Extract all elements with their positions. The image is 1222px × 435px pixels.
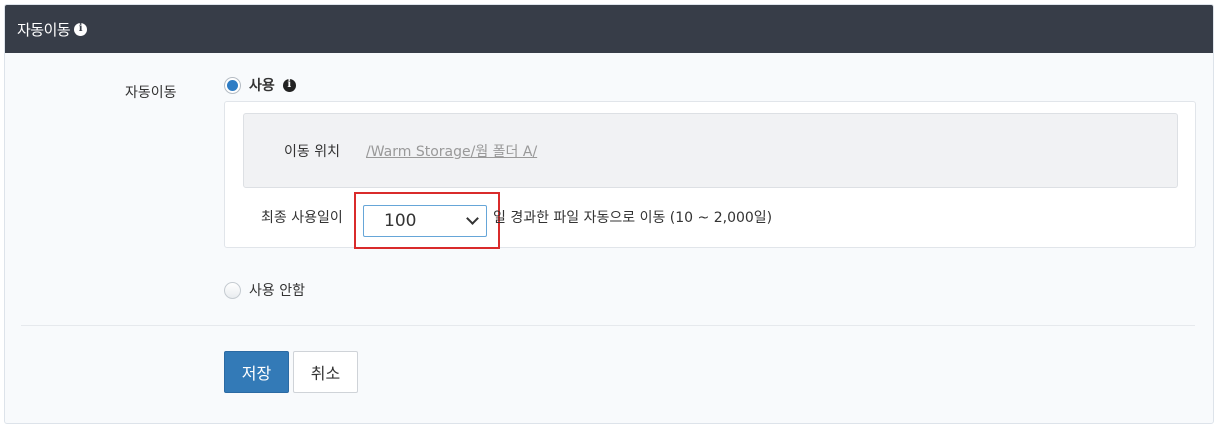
days-prefix-label: 최종 사용일이 bbox=[261, 210, 343, 226]
radio-enabled-row[interactable]: 사용 i bbox=[224, 75, 296, 95]
panel-title: 자동이동 bbox=[17, 20, 71, 39]
panel-header: 자동이동 i bbox=[5, 5, 1213, 53]
radio-disabled-label[interactable]: 사용 안함 bbox=[249, 280, 305, 300]
auto-move-label: 자동이동 bbox=[125, 85, 177, 101]
radio-disabled[interactable] bbox=[224, 281, 241, 299]
auto-move-settings: 이동 위치 /Warm Storage/웜 폴더 A/ 최종 사용일이 100 … bbox=[224, 101, 1196, 249]
days-suffix-label: 일 경과한 파일 자동으로 이동 (10 ~ 2,000일) bbox=[493, 210, 773, 226]
save-button[interactable]: 저장 bbox=[224, 351, 289, 393]
info-icon[interactable]: i bbox=[282, 78, 296, 92]
radio-disabled-row[interactable]: 사용 안함 bbox=[224, 280, 305, 300]
move-location-label: 이동 위치 bbox=[284, 144, 340, 160]
cancel-button[interactable]: 취소 bbox=[293, 351, 358, 393]
move-location-well: 이동 위치 /Warm Storage/웜 폴더 A/ bbox=[243, 113, 1178, 188]
auto-move-panel: 자동이동 i 자동이동 사용 i 이동 위치 /Warm Storage/웜 폴… bbox=[4, 4, 1214, 424]
info-icon[interactable]: i bbox=[74, 22, 88, 36]
radio-selected-dot bbox=[227, 79, 238, 91]
highlight-box bbox=[354, 192, 500, 249]
divider bbox=[21, 325, 1195, 326]
move-location-link[interactable]: /Warm Storage/웜 폴더 A/ bbox=[366, 141, 537, 161]
radio-enabled-label[interactable]: 사용 bbox=[249, 75, 275, 95]
radio-enabled[interactable] bbox=[224, 76, 241, 94]
